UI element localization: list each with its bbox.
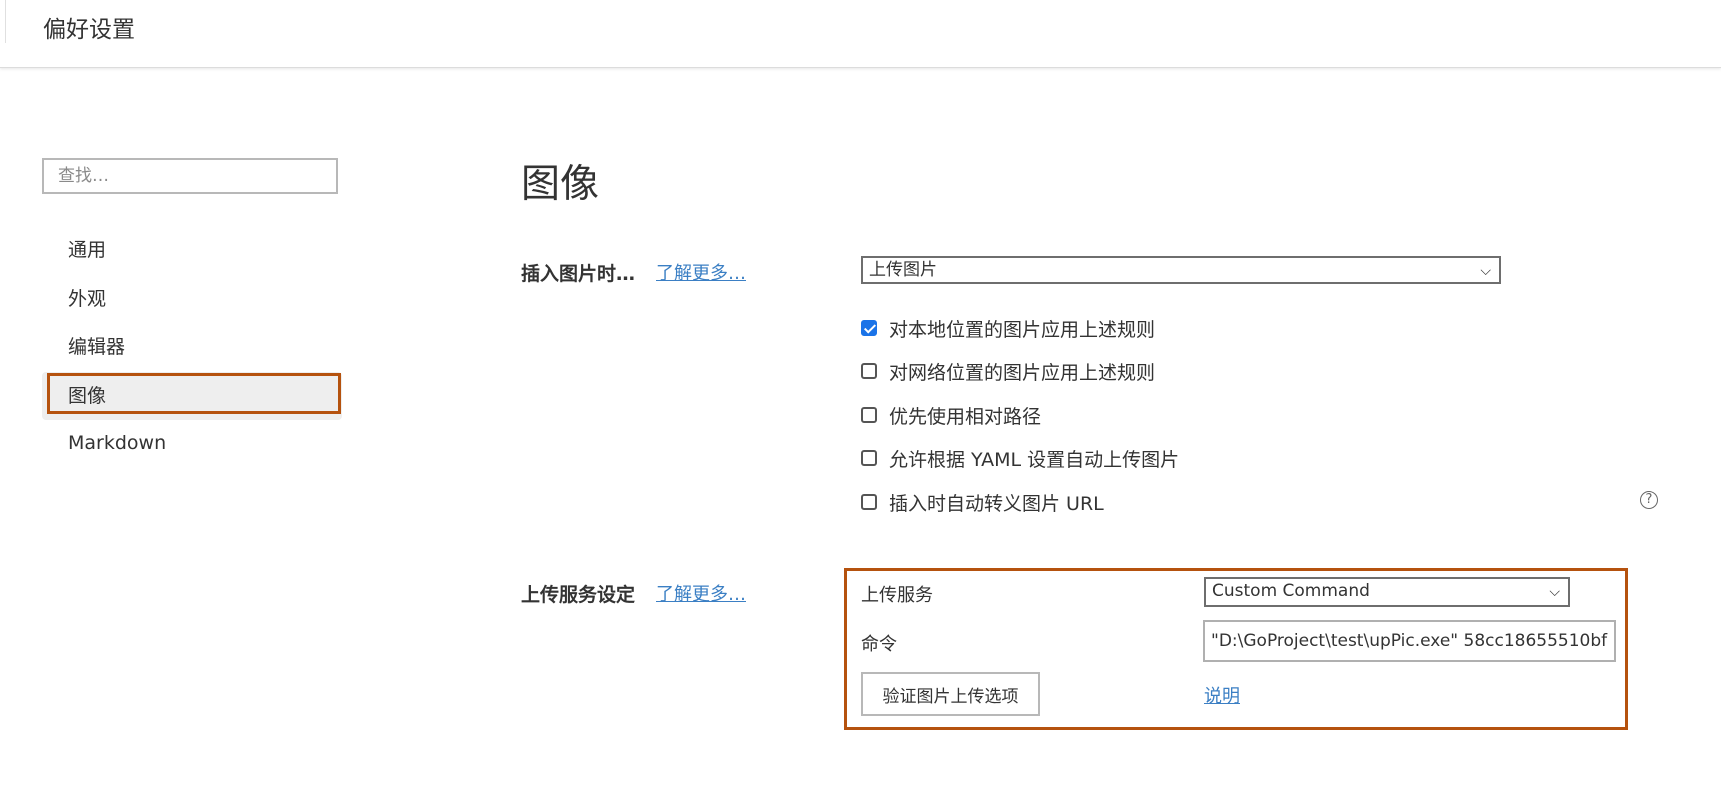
title-divider [5,0,6,43]
checkbox-escape-url[interactable]: 插入时自动转义图片 URL [861,491,1104,515]
insert-learn-more-link[interactable]: 了解更多… [656,259,746,285]
insert-action-select[interactable]: 上传图片 ⌵ [861,256,1501,284]
docs-link[interactable]: 说明 [1204,682,1240,708]
checkbox-relative-path[interactable]: 优先使用相对路径 [861,404,1042,428]
section-title: 图像 [521,162,600,207]
upload-service-select[interactable]: Custom Command ⌵ [1204,577,1570,607]
sidebar-item-editor[interactable]: 编辑器 [68,332,125,359]
checkbox-icon[interactable] [861,450,877,466]
insert-image-label: 插入图片时… [521,263,636,285]
upload-service-label: 上传服务 [861,585,933,606]
checkbox-label: 对网络位置的图片应用上述规则 [889,361,1156,384]
checkbox-icon[interactable] [861,407,877,423]
upload-service-settings-label: 上传服务设定 [521,584,636,606]
command-input[interactable] [1203,620,1616,662]
upload-learn-more-link[interactable]: 了解更多… [656,580,746,606]
checkbox-label: 允许根据 YAML 设置自动上传图片 [889,448,1180,471]
checkbox-yaml-upload[interactable]: 允许根据 YAML 设置自动上传图片 [861,447,1180,471]
checkbox-label: 优先使用相对路径 [889,405,1042,428]
sidebar-selected-highlight [47,373,341,414]
chevron-down-icon: ⌵ [1480,263,1491,279]
insert-action-value: 上传图片 [869,260,937,280]
checkbox-checked-icon[interactable] [861,320,877,336]
checkbox-icon[interactable] [861,363,877,379]
checkbox-icon[interactable] [861,494,877,510]
upload-service-value: Custom Command [1212,581,1370,601]
help-icon[interactable]: ? [1640,491,1658,509]
sidebar-item-appearance[interactable]: 外观 [68,284,106,311]
checkbox-label: 对本地位置的图片应用上述规则 [889,318,1156,341]
verify-upload-button[interactable]: 验证图片上传选项 [861,672,1040,716]
title-bar: 偏好设置 [0,0,1721,68]
checkbox-network-images[interactable]: 对网络位置的图片应用上述规则 [861,360,1156,384]
checkbox-label: 插入时自动转义图片 URL [889,492,1104,515]
search-input[interactable] [42,158,338,194]
checkbox-local-images[interactable]: 对本地位置的图片应用上述规则 [861,317,1156,341]
chevron-down-icon: ⌵ [1549,584,1560,600]
sidebar-item-general[interactable]: 通用 [68,235,106,262]
command-label: 命令 [861,634,897,655]
sidebar-item-markdown[interactable]: Markdown [68,432,166,454]
page-title: 偏好设置 [43,17,135,43]
